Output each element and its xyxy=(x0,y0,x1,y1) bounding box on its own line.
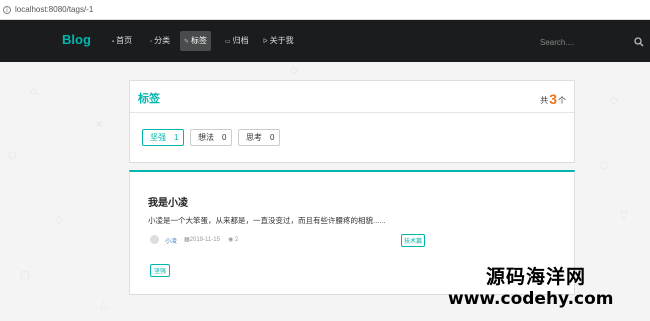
nav-item-about[interactable]: ᐅ 关于我 xyxy=(259,35,298,53)
background-deco-icon: ▽ xyxy=(620,210,628,221)
tag-item-xiangfa[interactable]: 想法 0 xyxy=(190,129,233,146)
post-views: ◉ 2 xyxy=(228,237,239,243)
search-input[interactable] xyxy=(540,34,620,50)
background-deco-icon: ◇ xyxy=(290,65,298,76)
tags-panel-header: 标签 共3个 xyxy=(130,81,574,113)
watermark: 源码海洋网 www.codehy.com xyxy=(448,262,614,309)
background-deco-icon: ✕ xyxy=(95,120,104,131)
tags-total-count: 共3个 xyxy=(540,91,566,107)
brand-logo[interactable]: Blog xyxy=(62,32,91,47)
post-date: ▦2019-11-15 xyxy=(184,237,220,243)
background-deco-icon: ○ xyxy=(8,150,17,161)
nav-item-home[interactable]: ▪ 首页 xyxy=(108,35,136,53)
idea-icon: ▫ xyxy=(150,39,153,45)
watermark-title: 源码海洋网 xyxy=(486,266,587,288)
tags-icon: ✎ xyxy=(184,39,190,45)
home-icon: ▪ xyxy=(112,39,115,45)
tags-panel-title: 标签 xyxy=(138,93,160,105)
post-author[interactable]: 小凌 xyxy=(165,236,177,245)
site-info-icon[interactable]: i xyxy=(3,5,11,14)
background-deco-icon: △ xyxy=(100,300,108,311)
browser-address-bar[interactable]: i localhost:8080/tags/-1 xyxy=(0,0,650,20)
nav-item-archive[interactable]: ▭ 归档 xyxy=(221,35,253,53)
nav-item-category[interactable]: ▫ 分类 xyxy=(146,35,174,53)
post-description: 小凌是一个大笨蛋，从来都是，一直没变过，而且有些许腰疼的相貌...... xyxy=(148,216,386,225)
post-title[interactable]: 我是小凌 xyxy=(148,194,188,209)
clone-icon: ▭ xyxy=(225,39,231,45)
post-type-badge[interactable]: 技术篇 xyxy=(401,234,426,247)
tag-item-jianqiang[interactable]: 坚强 1 xyxy=(142,129,185,146)
background-deco-icon: ○ xyxy=(600,160,609,171)
top-navbar: Blog ▪ 首页 ▫ 分类 ✎ 标签 ▭ 归档 ᐅ 关于我 xyxy=(0,20,650,62)
tag-item-sikao[interactable]: 思考 0 xyxy=(238,129,281,146)
address-url[interactable]: localhost:8080/tags/-1 xyxy=(15,5,93,14)
background-deco-icon: □ xyxy=(20,270,30,281)
background-deco-icon: ◇ xyxy=(55,215,63,226)
nav-item-tags[interactable]: ✎ 标签 xyxy=(180,31,212,51)
avatar xyxy=(150,235,159,244)
eye-icon: ◉ xyxy=(228,237,234,243)
search-icon[interactable] xyxy=(634,37,644,47)
tags-panel: 标签 共3个 坚强 1 想法 0 思考 0 xyxy=(129,80,575,163)
background-deco-icon: △ xyxy=(30,85,38,96)
background-deco-icon: ◇ xyxy=(610,95,618,106)
watermark-url: www.codehy.com xyxy=(448,289,614,309)
info-icon: ᐅ xyxy=(263,39,268,45)
post-tag-label[interactable]: 坚强 xyxy=(150,264,171,277)
